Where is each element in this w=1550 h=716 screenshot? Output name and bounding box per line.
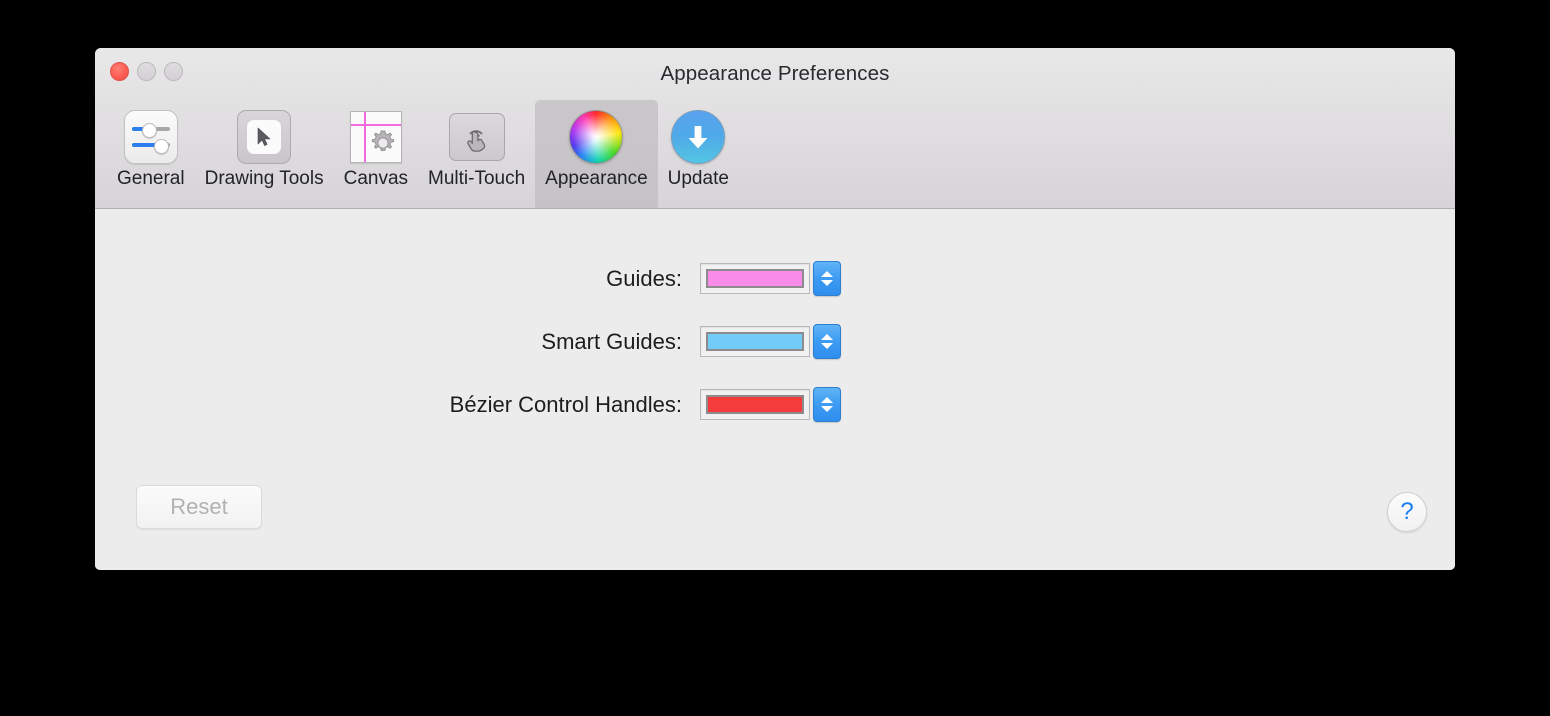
tab-label: General	[117, 168, 185, 189]
chevron-down-icon	[821, 343, 833, 349]
setting-row-guides: Guides:	[95, 247, 1455, 310]
preferences-toolbar: General Drawing Tools Canvas Multi-Touch…	[95, 98, 739, 208]
bezier-handles-label: Bézier Control Handles:	[449, 391, 682, 417]
chevron-down-icon	[821, 406, 833, 412]
smart-guides-color-control	[700, 324, 841, 359]
tab-label: Update	[667, 168, 729, 189]
tab-drawing-tools[interactable]: Drawing Tools	[195, 100, 334, 208]
tab-label: Appearance	[545, 168, 648, 189]
settings-rows: Guides: Smart Guides: Bézier Control Han…	[95, 247, 1455, 436]
tab-label: Canvas	[343, 168, 409, 189]
help-button[interactable]: ?	[1387, 492, 1427, 532]
bezier-handles-color-control	[700, 387, 841, 422]
canvas-gear-icon	[346, 106, 406, 166]
reset-button[interactable]: Reset	[136, 485, 262, 529]
guides-color-control	[700, 261, 841, 296]
smart-guides-color-swatch	[706, 332, 804, 351]
preferences-window: Appearance Preferences General Drawing T…	[95, 48, 1455, 570]
guides-color-well[interactable]	[700, 263, 810, 294]
download-arrow-icon	[668, 106, 728, 166]
tab-update[interactable]: Update	[658, 100, 739, 208]
tab-canvas[interactable]: Canvas	[334, 100, 418, 208]
chevron-up-icon	[821, 397, 833, 403]
bezier-handles-color-stepper[interactable]	[813, 387, 841, 422]
smart-guides-color-stepper[interactable]	[813, 324, 841, 359]
bezier-handles-color-well[interactable]	[700, 389, 810, 420]
setting-row-bezier-handles: Bézier Control Handles:	[95, 373, 1455, 436]
chevron-up-icon	[821, 271, 833, 277]
tab-multi-touch[interactable]: Multi-Touch	[418, 100, 535, 208]
tab-appearance[interactable]: Appearance	[535, 100, 658, 208]
tab-label: Multi-Touch	[428, 168, 526, 189]
chevron-down-icon	[821, 280, 833, 286]
hand-tap-icon	[447, 106, 507, 166]
window-titlebar: Appearance Preferences General Drawing T…	[95, 48, 1455, 209]
window-title: Appearance Preferences	[660, 62, 890, 85]
tab-general[interactable]: General	[107, 100, 195, 208]
guides-color-stepper[interactable]	[813, 261, 841, 296]
chevron-up-icon	[821, 334, 833, 340]
smart-guides-label: Smart Guides:	[541, 328, 682, 354]
bezier-handles-color-swatch	[706, 395, 804, 414]
cursor-icon	[234, 106, 294, 166]
smart-guides-color-well[interactable]	[700, 326, 810, 357]
color-wheel-icon	[566, 106, 626, 166]
guides-color-swatch	[706, 269, 804, 288]
setting-row-smart-guides: Smart Guides:	[95, 310, 1455, 373]
appearance-settings-pane: Guides: Smart Guides: Bézier Control Han…	[95, 209, 1455, 570]
guides-label: Guides:	[606, 265, 682, 291]
tab-label: Drawing Tools	[204, 168, 324, 189]
sliders-icon	[121, 106, 181, 166]
